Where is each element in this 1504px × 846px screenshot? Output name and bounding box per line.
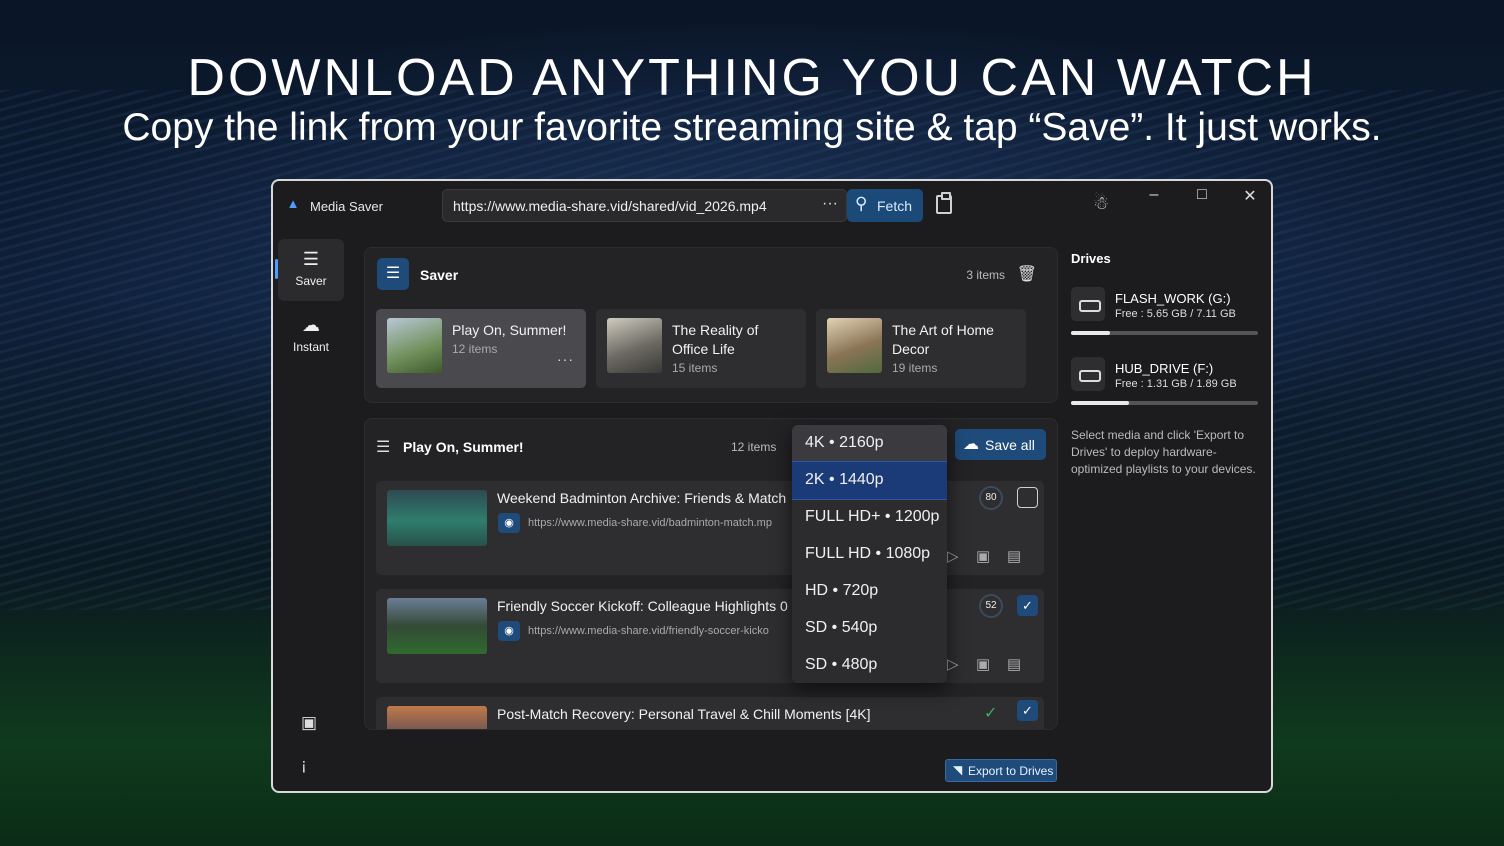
info-icon[interactable]: ¡ xyxy=(301,755,307,775)
resolution-option[interactable]: SD • 480p xyxy=(792,647,947,683)
play-icon[interactable]: ▷ xyxy=(947,655,959,673)
playlist-count: 19 items xyxy=(892,361,938,375)
playlist-card[interactable]: The Reality of Office Life 15 items xyxy=(596,309,806,388)
layers-icon: ☰ xyxy=(377,258,409,290)
saver-count: 3 items xyxy=(966,268,1005,282)
list-title: Play On, Summer! xyxy=(403,439,524,455)
playlist-count: 12 items xyxy=(452,342,498,356)
url-input[interactable]: https://www.media-share.vid/shared/vid_2… xyxy=(442,189,847,222)
url-input-value: https://www.media-share.vid/shared/vid_2… xyxy=(453,198,767,214)
drive-free-space: Free : 1.31 GB / 1.89 GB xyxy=(1115,378,1237,390)
app-title: Media Saver xyxy=(310,199,383,214)
link-icon: ◉ xyxy=(498,621,520,641)
hero-subtitle: Copy the link from your favorite streami… xyxy=(122,106,1382,149)
media-thumbnail xyxy=(387,598,487,654)
media-url: https://www.media-share.vid/friendly-soc… xyxy=(528,625,769,637)
search-icon: ⚲ xyxy=(855,194,868,213)
save-all-label: Save all xyxy=(985,437,1035,453)
more-icon[interactable]: ··· xyxy=(557,351,574,367)
media-title: Friendly Soccer Kickoff: Colleague Highl… xyxy=(497,598,788,614)
nav-item-label: Saver xyxy=(295,274,327,288)
resolution-dropdown-menu: 4K • 2160p 2K • 1440p FULL HD+ • 1200p F… xyxy=(792,425,947,683)
drives-hint-text: Select media and click 'Export to Drives… xyxy=(1071,428,1256,476)
playlist-card[interactable]: Play On, Summer! 12 items ··· xyxy=(376,309,586,388)
fetch-button[interactable]: ⚲ Fetch xyxy=(847,189,923,222)
app-window: ▲ Media Saver https://www.media-share.vi… xyxy=(271,179,1273,793)
drive-usage-bar xyxy=(1071,331,1258,335)
list-count: 12 items xyxy=(731,440,777,454)
resolution-option[interactable]: SD • 540p xyxy=(792,610,947,647)
saver-panel: ☰ Saver 3 items 🗑 Play On, Summer! 12 it… xyxy=(364,247,1058,403)
playlist-items-panel: ☰ Play On, Summer! 12 items ☁ Save all W… xyxy=(364,418,1058,730)
folder-icon[interactable]: ▤ xyxy=(1007,547,1021,565)
folder-icon[interactable]: ▤ xyxy=(1007,655,1021,673)
resolution-option[interactable]: 4K • 2160p xyxy=(792,425,947,462)
media-url: https://www.media-share.vid/badminton-ma… xyxy=(528,517,772,529)
media-thumbnail xyxy=(387,706,487,729)
layers-icon: ☰ xyxy=(302,249,320,269)
quality-score-badge: 52 xyxy=(979,594,1003,618)
drive-usage-bar xyxy=(1071,401,1258,405)
drive-name[interactable]: FLASH_WORK (G:) xyxy=(1115,291,1231,306)
usb-drive-icon xyxy=(1071,357,1105,391)
fetch-button-label: Fetch xyxy=(877,198,913,214)
media-title: Post-Match Recovery: Personal Travel & C… xyxy=(497,706,871,722)
media-title: Weekend Badminton Archive: Friends & Mat… xyxy=(497,490,787,506)
cloud-download-icon: ☁ xyxy=(963,436,979,453)
playlist-name: The Reality of Office Life xyxy=(672,322,759,357)
drive-usage-fill xyxy=(1071,401,1129,405)
close-button[interactable]: ✕ xyxy=(1235,186,1265,206)
playlist-thumbnail xyxy=(827,318,882,373)
export-to-drives-button[interactable]: ◥ Export to Drives xyxy=(945,759,1057,782)
saver-title: Saver xyxy=(420,267,459,283)
drive-usage-fill xyxy=(1071,331,1111,335)
save-to-drive-icon[interactable]: ▣ xyxy=(976,547,990,565)
trash-icon[interactable]: 🗑 xyxy=(1017,264,1037,284)
playlist-name: Play On, Summer! xyxy=(452,322,567,338)
storage-settings-icon[interactable]: ▣ xyxy=(301,713,317,733)
minimize-button[interactable]: – xyxy=(1139,186,1169,204)
drives-title: Drives xyxy=(1071,251,1111,266)
quality-score-badge: 80 xyxy=(979,486,1003,510)
nav-item-label: Instant xyxy=(292,340,330,354)
drive-free-space: Free : 5.65 GB / 7.11 GB xyxy=(1115,308,1236,320)
save-all-button[interactable]: ☁ Save all xyxy=(955,429,1046,460)
export-icon: ◥ xyxy=(953,763,963,777)
title-bar: ▲ Media Saver https://www.media-share.vi… xyxy=(273,181,1271,231)
resolution-option[interactable]: HD • 720p xyxy=(792,573,947,610)
playlist-card[interactable]: The Art of Home Decor 19 items xyxy=(816,309,1026,388)
usb-drive-icon xyxy=(1071,287,1105,321)
cloud-icon: ☁ xyxy=(302,315,320,335)
media-thumbnail xyxy=(387,490,487,546)
row-checkbox[interactable] xyxy=(1017,487,1038,508)
assistant-bot-icon[interactable]: ☃ xyxy=(1093,193,1109,214)
playlist-count: 15 items xyxy=(672,361,718,375)
export-button-label: Export to Drives xyxy=(968,764,1054,778)
playlist-thumbnail xyxy=(607,318,662,373)
row-checkbox[interactable]: ✓ xyxy=(1017,700,1038,721)
paste-clipboard-icon[interactable] xyxy=(936,192,952,214)
link-icon: ◉ xyxy=(498,513,520,533)
resolution-option[interactable]: FULL HD+ • 1200p xyxy=(792,499,947,536)
playlist-thumbnail xyxy=(387,318,442,373)
playlist-name: The Art of Home Decor xyxy=(892,322,994,357)
nav-item-saver[interactable]: ☰ Saver xyxy=(275,239,344,301)
drive-name[interactable]: HUB_DRIVE (F:) xyxy=(1115,361,1213,376)
url-more-button[interactable]: ··· xyxy=(822,195,838,213)
nav-item-instant[interactable]: ☁ Instant xyxy=(278,305,344,367)
row-checkbox[interactable]: ✓ xyxy=(1017,595,1038,616)
downloaded-check-icon: ✓ xyxy=(984,705,998,722)
play-icon[interactable]: ▷ xyxy=(947,547,959,565)
save-to-drive-icon[interactable]: ▣ xyxy=(976,655,990,673)
maximize-button[interactable]: □ xyxy=(1187,186,1217,204)
nav-rail: ☰ Saver ☁ Instant ▣ ¡ xyxy=(273,231,349,791)
media-row[interactable]: Post-Match Recovery: Personal Travel & C… xyxy=(376,697,1044,729)
app-logo-icon: ▲ xyxy=(286,196,300,211)
list-icon: ☰ xyxy=(376,439,391,456)
hero-title: DOWNLOAD ANYTHING YOU CAN WATCH xyxy=(187,49,1317,107)
resolution-option-selected[interactable]: 2K • 1440p xyxy=(792,461,947,500)
resolution-option[interactable]: FULL HD • 1080p xyxy=(792,536,947,573)
